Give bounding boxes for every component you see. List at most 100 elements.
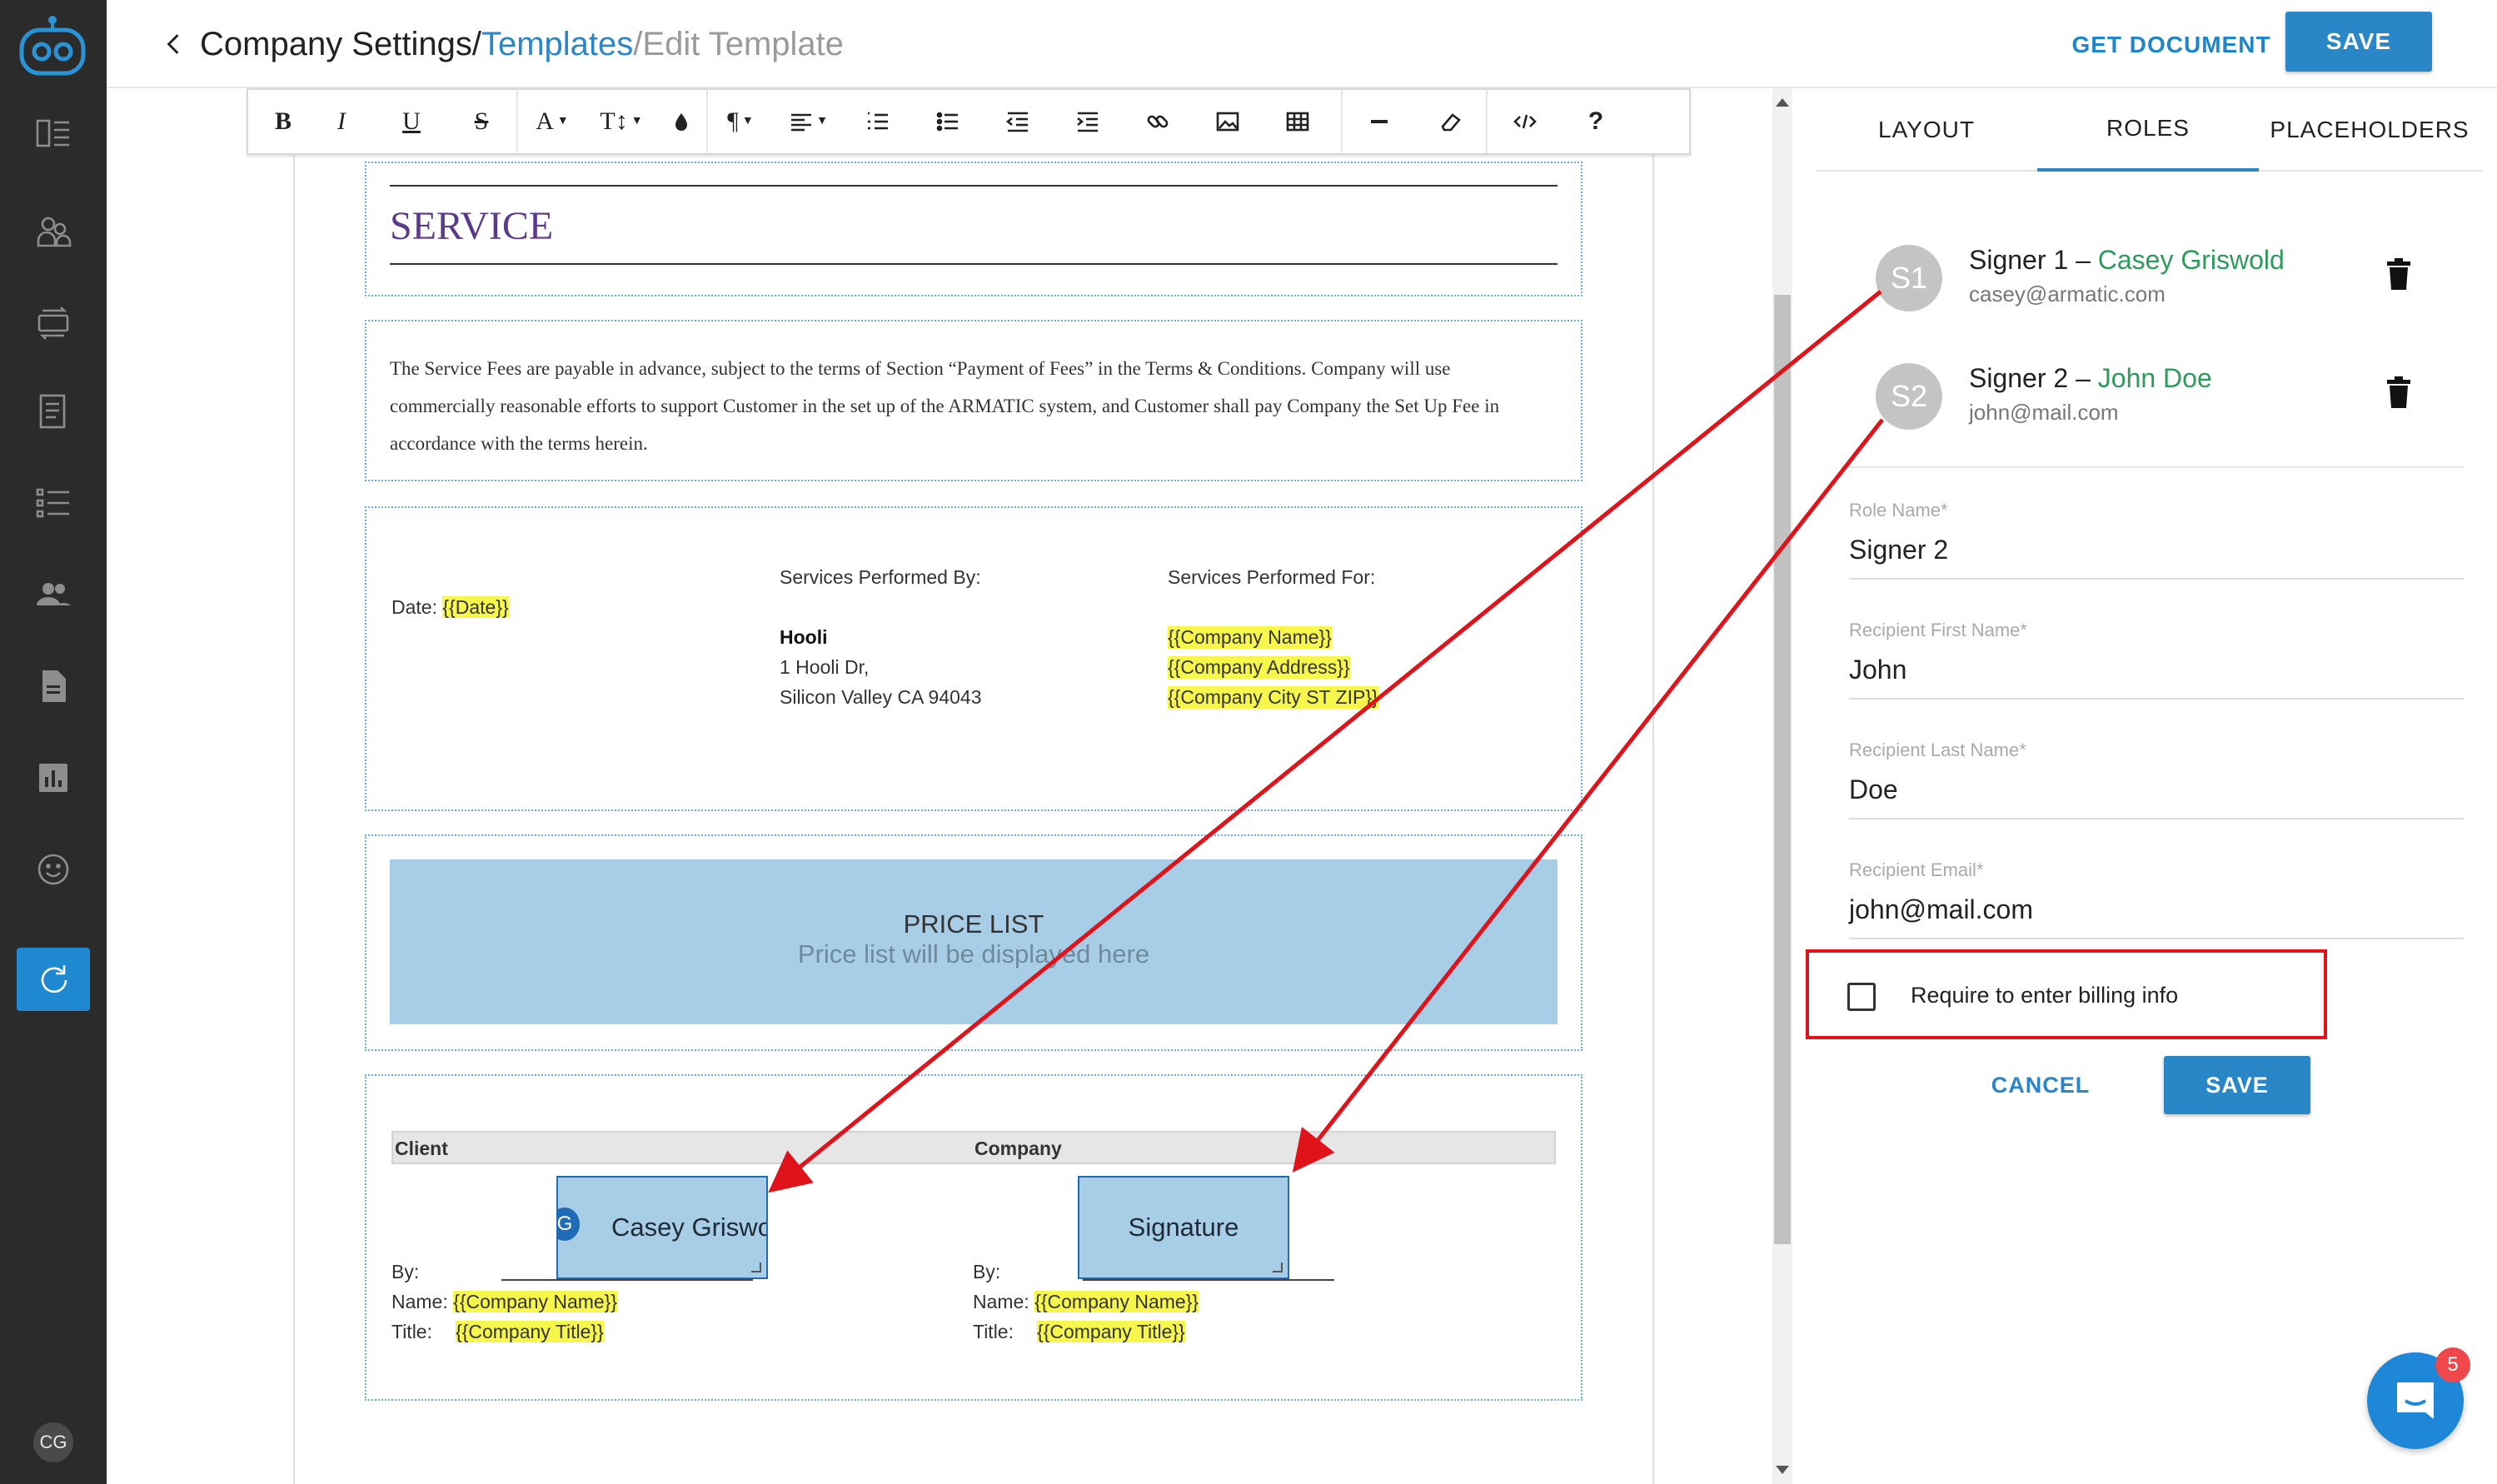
heading-top-rule	[390, 185, 1558, 187]
price-list-subtitle: Price list will be displayed here	[797, 939, 1150, 969]
horizontal-rule-icon[interactable]	[1343, 90, 1416, 153]
service-paragraph: The Service Fees are payable in advance,…	[390, 358, 1500, 454]
reports-nav-icon[interactable]	[0, 738, 107, 818]
ordered-list-icon[interactable]	[843, 90, 913, 153]
breadcrumb: Company Settings/Templates/Edit Template	[200, 22, 844, 67]
signer-initial-badge: G	[558, 1208, 580, 1241]
signer-email: john@mail.com	[1969, 400, 2119, 425]
company-signature-label: Signature	[1128, 1213, 1239, 1242]
team-nav-icon[interactable]	[0, 555, 107, 635]
documents-nav-icon[interactable]	[0, 371, 107, 451]
signer-name: John Doe	[2097, 363, 2212, 393]
role-name-value[interactable]: Signer 2	[1849, 535, 1948, 565]
title-label: Title:	[973, 1321, 1014, 1342]
trash-icon[interactable]	[2384, 258, 2414, 291]
last-name-value[interactable]: Doe	[1849, 774, 1898, 805]
get-document-button[interactable]: GET DOCUMENT	[2051, 23, 2292, 67]
bold-button[interactable]: B	[260, 90, 307, 153]
code-view-icon[interactable]	[1488, 90, 1562, 153]
signature-block[interactable]	[365, 1074, 1582, 1401]
paragraph-dropdown[interactable]: ¶ ▼	[708, 90, 773, 153]
signer-item[interactable]: S1 Signer 1 – Casey Griswold casey@armat…	[1876, 245, 2459, 336]
text-color-icon[interactable]	[656, 90, 706, 153]
transfer-nav-icon[interactable]	[0, 283, 107, 363]
align-dropdown[interactable]: ▼	[773, 90, 843, 153]
email-field[interactable]: Recipient Email* john@mail.com	[1849, 859, 2464, 939]
outdent-icon[interactable]	[983, 90, 1053, 153]
scroll-down-arrow-icon[interactable]	[1776, 1466, 1789, 1474]
role-name-label: Role Name*	[1849, 500, 1948, 520]
font-family-dropdown[interactable]: A ▼	[518, 90, 586, 153]
date-label: Date:	[391, 596, 437, 618]
provider-name: Hooli	[780, 626, 828, 648]
signer-title: Signer 2 – John Doe	[1969, 363, 2212, 394]
company-by-label: By:	[973, 1261, 1001, 1282]
image-icon[interactable]	[1193, 90, 1263, 153]
signer-role-label: Signer 1 –	[1969, 245, 2098, 275]
name-label: Name:	[391, 1291, 448, 1312]
back-arrow-icon[interactable]	[148, 22, 198, 67]
billing-checkbox[interactable]	[1847, 983, 1876, 1011]
trash-icon[interactable]	[2384, 376, 2414, 410]
client-signature-line	[501, 1279, 753, 1281]
role-name-field[interactable]: Role Name* Signer 2	[1849, 500, 2464, 580]
save-role-button[interactable]: SAVE	[2164, 1056, 2310, 1114]
editor-toolbar: B I U S A ▼ T↕ ▼ ¶ ▼ ▼ ?	[247, 88, 1691, 155]
tab-layout[interactable]: LAYOUT	[1816, 88, 2037, 172]
breadcrumb-company-settings[interactable]: Company Settings	[200, 26, 472, 62]
chevron-down-icon: ▼	[556, 115, 569, 127]
font-family-label: A	[536, 107, 554, 135]
signer-email: casey@armatic.com	[1969, 281, 2166, 306]
user-avatar[interactable]: CG	[33, 1422, 73, 1462]
breadcrumb-templates[interactable]: Templates	[481, 26, 633, 62]
signer-name: Casey Griswold	[2097, 245, 2285, 275]
eraser-icon[interactable]	[1416, 90, 1486, 153]
font-size-dropdown[interactable]: T↕ ▼	[586, 90, 656, 153]
last-name-field[interactable]: Recipient Last Name* Doe	[1849, 740, 2464, 819]
parties-block[interactable]	[365, 506, 1582, 811]
indent-icon[interactable]	[1053, 90, 1123, 153]
refresh-nav-icon[interactable]	[0, 939, 107, 1019]
cancel-button[interactable]: CANCEL	[1991, 1056, 2091, 1114]
signer-item[interactable]: S2 Signer 2 – John Doe john@mail.com	[1876, 363, 2459, 455]
list-nav-icon[interactable]	[0, 463, 107, 543]
contacts-nav-icon[interactable]	[0, 192, 107, 271]
chevron-down-icon: ▼	[741, 115, 754, 127]
file-nav-icon[interactable]	[0, 646, 107, 726]
name-placeholder: {{Company Name}}	[1034, 1291, 1199, 1312]
scroll-up-arrow-icon[interactable]	[1776, 98, 1789, 107]
signer-avatar: S1	[1876, 245, 1942, 311]
underline-button[interactable]: U	[376, 90, 446, 153]
tab-roles[interactable]: ROLES	[2037, 88, 2259, 172]
resize-handle-icon[interactable]	[751, 1262, 761, 1272]
tab-placeholders[interactable]: PLACEHOLDERS	[2259, 88, 2480, 172]
billing-label[interactable]: Require to enter billing info	[1911, 983, 2178, 1008]
title-placeholder: {{Company Title}}	[456, 1321, 604, 1342]
client-signature-field[interactable]: G Casey Griswold	[556, 1176, 768, 1279]
link-icon[interactable]	[1123, 90, 1193, 153]
first-name-value[interactable]: John	[1849, 655, 1906, 685]
chat-unread-badge: 5	[2435, 1347, 2470, 1382]
signer-avatar: S2	[1876, 363, 1942, 430]
italic-button[interactable]: I	[307, 90, 376, 153]
top-header: Company Settings/Templates/Edit Template…	[107, 0, 2497, 88]
help-button[interactable]: ?	[1562, 90, 1629, 153]
table-icon[interactable]	[1263, 90, 1333, 153]
scrollbar-thumb[interactable]	[1774, 295, 1791, 1244]
feedback-nav-icon[interactable]	[0, 829, 107, 909]
dashboard-nav-icon[interactable]	[0, 93, 107, 173]
signers-divider	[1849, 466, 2464, 468]
first-name-field[interactable]: Recipient First Name* John	[1849, 620, 2464, 700]
font-size-label: T↕	[600, 107, 628, 135]
strikethrough-button[interactable]: S	[446, 90, 516, 153]
resize-handle-icon[interactable]	[1273, 1262, 1283, 1272]
left-sidebar: CG	[0, 0, 107, 1484]
save-template-button[interactable]: SAVE	[2285, 12, 2432, 72]
editor-scrollbar[interactable]	[1772, 88, 1792, 1484]
unordered-list-icon[interactable]	[913, 90, 983, 153]
robot-logo-icon[interactable]	[17, 15, 88, 78]
company-signature-field[interactable]: Signature	[1078, 1176, 1289, 1279]
performed-for-label: Services Performed For:	[1168, 566, 1376, 588]
email-value[interactable]: john@mail.com	[1849, 894, 2033, 925]
price-list-title: PRICE LIST	[903, 909, 1044, 939]
